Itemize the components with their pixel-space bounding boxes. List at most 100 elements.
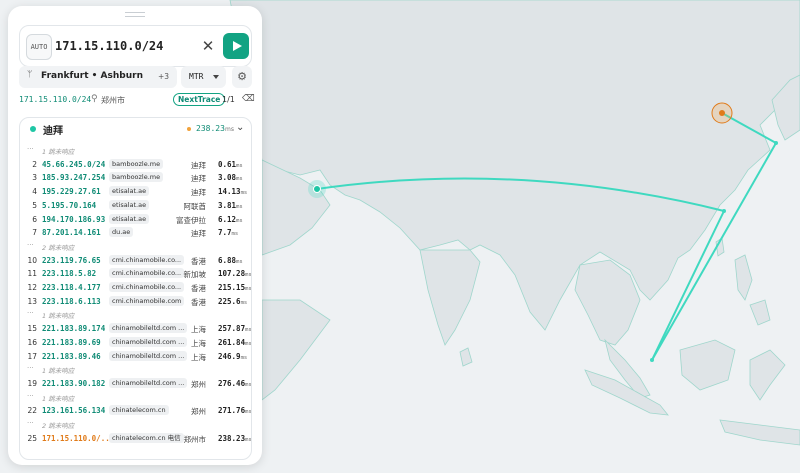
- hop-hostname: chinatelecom.cn: [109, 405, 169, 416]
- hop-number: 17: [27, 351, 37, 361]
- hop-gap-row: ··· 1 跳未响应: [20, 391, 251, 405]
- hop-latency-unit: ms: [245, 381, 252, 388]
- probe-count-badge: +3: [157, 72, 169, 81]
- hop-row[interactable]: 25 171.15.110.0/... chinatelecom.cn 电信 郑州市 2…: [20, 432, 251, 446]
- hop-marker-singapore[interactable]: [650, 358, 654, 362]
- hop-latency-value: 257.87: [218, 324, 246, 334]
- hop-latency: 6.88ms: [218, 256, 243, 265]
- source-marker[interactable]: [313, 185, 321, 193]
- hop-latency-value: 3.81: [218, 200, 237, 210]
- hop-gap-row: ··· 1 跳未响应: [20, 144, 251, 158]
- hop-latency-value: 238.23: [218, 433, 246, 443]
- hop-geo: 香港: [191, 256, 206, 266]
- antenna-icon: ᛘ: [27, 70, 33, 80]
- map-pin-icon: ⚲: [91, 94, 98, 104]
- hop-latency-unit: ms: [240, 190, 248, 197]
- hop-hostname: cmi.chinamobile.co...: [109, 282, 185, 292]
- hop-ip: 123.161.56.134: [42, 406, 106, 416]
- hop-number: 19: [27, 378, 37, 388]
- hop-ip: 223.119.76.65: [42, 255, 101, 265]
- hop-geo: 郑州市: [183, 434, 207, 444]
- close-icon[interactable]: ✕: [200, 37, 216, 55]
- hop-number: 11: [27, 269, 37, 279]
- hop-ip: 195.229.27.61: [42, 187, 101, 197]
- hop-number: 2: [32, 159, 37, 169]
- hop-row[interactable]: 10 223.119.76.65 cmi.chinamobile.co... 香港 6.…: [20, 254, 251, 268]
- hop-latency-unit: ms: [245, 340, 252, 347]
- hop-number: 13: [27, 296, 37, 306]
- hop-latency-value: 276.46: [218, 378, 246, 388]
- hop-latency-unit: ms: [245, 286, 252, 292]
- hop-number: 10: [27, 255, 37, 265]
- hop-geo: 迪拜: [191, 174, 206, 184]
- hop-gap-note: 2 跳未响应: [42, 422, 75, 430]
- hop-number: 5: [32, 200, 37, 210]
- hop-hostname: cmi.chinamobile.com: [109, 295, 185, 306]
- result-meta: 171.15.110.0/24 ⚲ 郑州市 NextTrace 1/1 ⌫: [19, 93, 255, 108]
- hop-hostname: chinamobileltd.com ...: [109, 350, 188, 361]
- probe-city: 迪拜: [43, 126, 63, 137]
- tool-badge[interactable]: NextTrace: [173, 93, 226, 106]
- hop-latency: 3.08ms: [218, 173, 243, 182]
- hop-row[interactable]: 11 223.118.5.82 cmi.chinamobile.co... 新加坡 10…: [20, 267, 251, 281]
- result-location: 郑州市: [101, 96, 125, 105]
- eraser-icon[interactable]: ⌫: [242, 94, 255, 104]
- chevron-down-icon[interactable]: ⌄: [236, 122, 244, 133]
- hop-marker-shanghai[interactable]: [774, 141, 778, 145]
- hop-latency: 238.23ms: [218, 433, 251, 443]
- hop-row[interactable]: 4 195.229.27.61 etisalat.ae 迪拜 14.13ms: [20, 185, 251, 199]
- hop-row[interactable]: 7 87.201.14.161 du.ae 迪拜 7.7ms: [20, 226, 251, 240]
- destination-dot: [719, 110, 725, 116]
- hop-number: 15: [27, 324, 37, 334]
- protocol-select[interactable]: MTR: [181, 66, 226, 88]
- hop-latency: 0.61ms: [218, 160, 243, 169]
- probe-selector[interactable]: ᛘ Frankfurt • Ashburn +3: [19, 66, 177, 88]
- hop-ip: 221.183.89.174: [42, 324, 106, 334]
- hop-latency: 257.87ms: [218, 324, 252, 334]
- hop-row[interactable]: 17 221.183.89.46 chinamobileltd.com ... 上海 2…: [20, 350, 251, 364]
- hop-row[interactable]: 22 123.161.56.134 chinatelecom.cn 郑州 271.76m…: [20, 404, 251, 418]
- drag-handle[interactable]: [125, 12, 145, 17]
- hop-row[interactable]: 5 5.195.70.164 etisalat.ae 阿联酋 3.81ms: [20, 199, 251, 213]
- ellipsis-icon: ···: [27, 145, 34, 153]
- hop-row[interactable]: 2 45.66.245.0/24 bamboozle.me 迪拜 0.61ms: [20, 158, 251, 172]
- hop-marker-hongkong[interactable]: [722, 209, 726, 213]
- hop-latency-unit: ms: [236, 258, 243, 265]
- probe-card-header[interactable]: 迪拜 238.23 ms ⌄: [20, 118, 251, 140]
- hop-row[interactable]: 12 223.118.4.177 cmi.chinamobile.co... 香港 21…: [20, 281, 251, 295]
- hop-latency: 261.84ms: [218, 338, 252, 347]
- hop-gap-note: 2 跳未响应: [42, 243, 75, 252]
- hop-gap-row: ··· 1 跳未响应: [20, 363, 251, 377]
- hop-number: 25: [27, 433, 37, 443]
- page-indicator: 1/1: [222, 95, 235, 104]
- hop-latency: 107.28ms: [218, 269, 251, 278]
- hop-ip: 221.183.90.182: [42, 378, 106, 388]
- hop-row[interactable]: 3 185.93.247.254 bamboozle.me 迪拜 3.08ms: [20, 171, 251, 185]
- play-icon: [232, 41, 242, 51]
- hop-geo: 郑州: [191, 407, 206, 417]
- gear-icon[interactable]: ⚙: [232, 66, 252, 88]
- hop-latency-unit: ms: [236, 217, 243, 224]
- mode-auto-button[interactable]: AUTO: [26, 34, 52, 60]
- hop-number: 22: [27, 406, 37, 416]
- run-trace-button[interactable]: [223, 33, 249, 59]
- hop-latency: 215.15ms: [218, 283, 252, 292]
- hop-row[interactable]: 16 221.183.89.69 chinamobileltd.com ... 上海 2…: [20, 336, 251, 350]
- hop-latency-value: 6.88: [218, 255, 237, 265]
- ellipsis-icon: ···: [27, 364, 34, 373]
- hop-gap-row: ··· 2 跳未响应: [20, 240, 251, 254]
- hop-latency: 225.6ms: [218, 297, 247, 306]
- target-input[interactable]: 171.15.110.0/24: [55, 39, 163, 53]
- hop-latency-unit: ms: [245, 327, 252, 334]
- hop-gap-row: ··· 2 跳未响应: [20, 418, 251, 432]
- hop-latency: 3.81ms: [218, 201, 243, 210]
- hop-geo: 新加坡: [183, 270, 207, 280]
- hop-row[interactable]: 19 221.183.90.182 chinamobileltd.com ... 郑州…: [20, 377, 251, 391]
- hop-row[interactable]: 6 194.170.186.93 etisalat.ae 富查伊拉 6.12ms: [20, 213, 251, 227]
- ellipsis-icon: ···: [27, 391, 34, 400]
- hop-latency: 276.46ms: [218, 378, 252, 388]
- hop-row[interactable]: 13 223.118.6.113 cmi.chinamobile.com 香港 225.…: [20, 295, 251, 309]
- hop-hostname: chinamobileltd.com ...: [109, 323, 188, 334]
- hop-geo: 富查伊拉: [176, 215, 206, 225]
- hop-row[interactable]: 15 221.183.89.174 chinamobileltd.com ... 上海…: [20, 322, 251, 336]
